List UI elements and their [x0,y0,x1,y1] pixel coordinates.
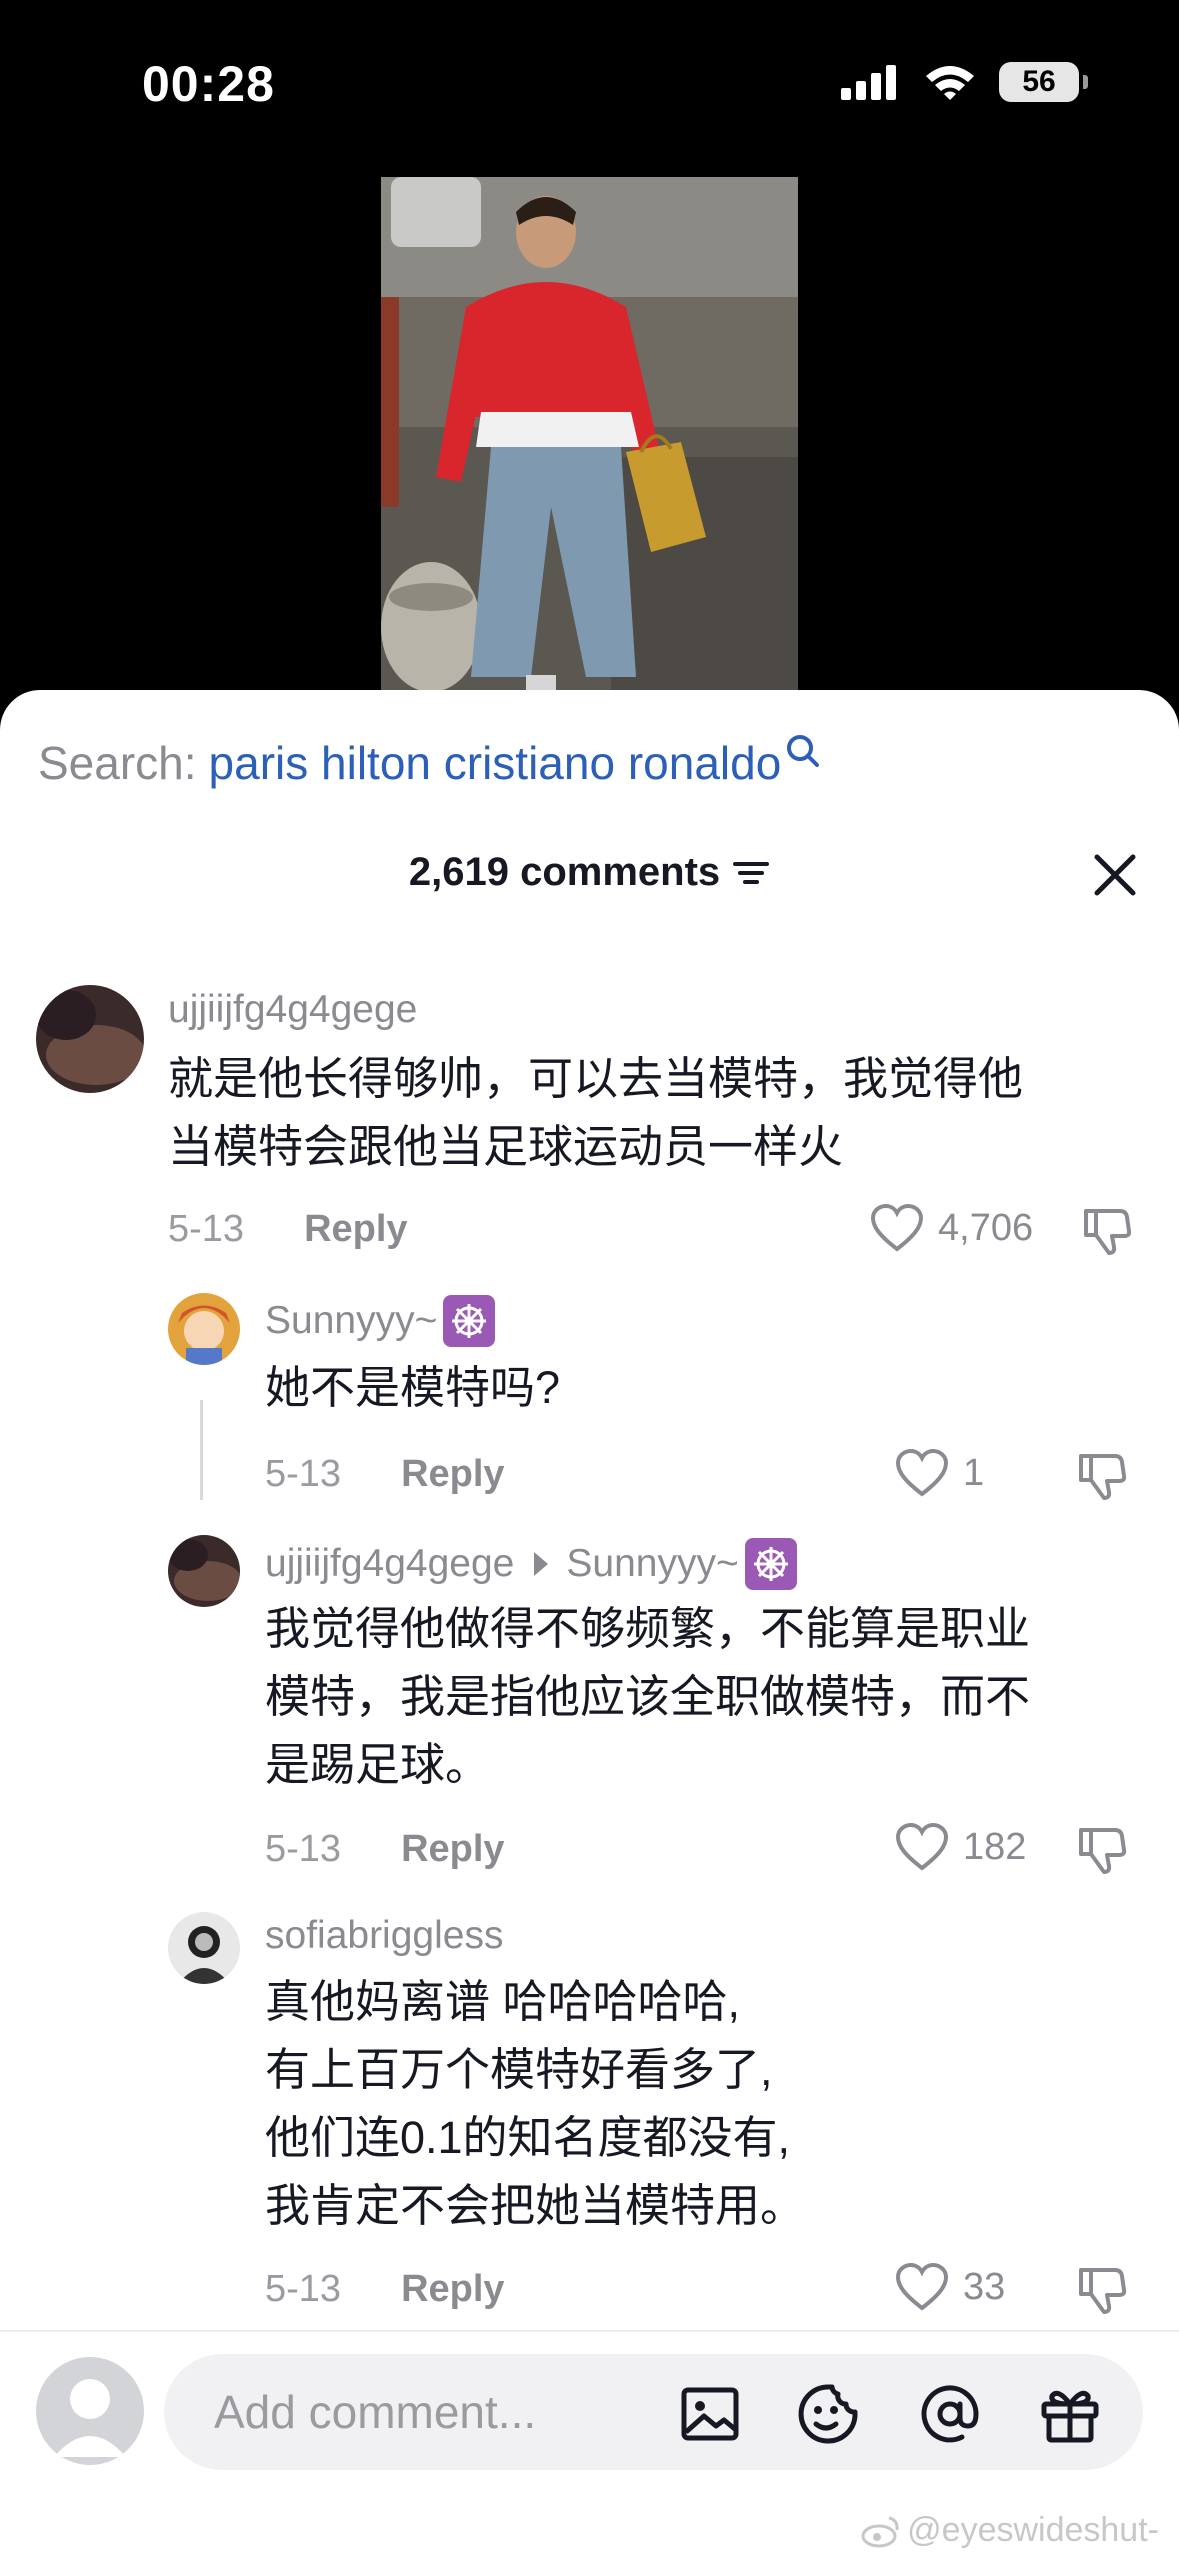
close-icon[interactable] [1091,851,1139,899]
comment-text: 就是他长得够帅，可以去当模特，我觉得他 当模特会跟他当足球运动员一样火 [168,1045,1128,1181]
like-count: 1 [963,1451,985,1494]
avatar[interactable] [168,1535,240,1607]
thread-line [200,1400,203,1500]
like-count: 33 [963,2265,1006,2308]
reply-button[interactable]: Reply [401,1453,504,1496]
avatar[interactable] [168,1293,240,1365]
emoji-icon[interactable] [796,2382,860,2446]
comment-date: 5-13 [265,2268,342,2310]
username-text: Sunnyyy~ [265,1299,438,1342]
dislike-icon[interactable] [1075,2262,1129,2316]
avatar[interactable] [168,1912,240,1984]
comment-username[interactable]: sofiabriggless [265,1914,503,1958]
search-icon[interactable] [785,733,821,773]
comment-composer-bar: @eyeswideshut- [0,2330,1179,2556]
avatar[interactable] [36,985,144,1093]
comment-date: 5-13 [168,1208,245,1250]
comment-meta: 5-13 Reply [265,1828,505,1871]
battery-level: 56 [1022,65,1056,98]
gift-icon[interactable] [1038,2382,1102,2446]
comment-meta: 5-13 Reply [265,2268,505,2311]
username-text: ujjiijfg4g4gege [265,1542,515,1585]
like-button[interactable]: 33 [895,2262,1005,2312]
heart-icon [895,1448,949,1497]
clock: 00:28 [142,56,275,112]
comment-text: 她不是模特吗? [265,1354,1125,1422]
comment-line: 他们连0.1的知名度都没有, [265,2112,791,2163]
like-count: 182 [963,1825,1027,1868]
comment-date: 5-13 [265,1828,342,1870]
reply-button[interactable]: Reply [401,2268,504,2311]
comment-username[interactable]: ujjiijfg4g4gege Sunnyyy~ [265,1538,797,1590]
comment-text: 真他妈离谱 哈哈哈哈哈, 有上百万个模特好看多了, 他们连0.1的知名度都没有,… [265,1968,1145,2240]
battery-icon: 56 [999,62,1088,102]
sort-filter-icon[interactable] [732,856,770,890]
comment-line: 是踢足球。 [265,1739,491,1790]
comment-line: 我觉得他做得不够频繁，不能算是职业 [265,1603,1031,1654]
dislike-icon[interactable] [1075,1822,1129,1876]
dharma-wheel-icon [443,1295,496,1347]
video-thumbnail-photo[interactable] [381,177,798,690]
image-icon[interactable] [678,2382,742,2446]
reply-button[interactable]: Reply [401,1828,504,1871]
current-user-avatar[interactable] [36,2357,144,2465]
mention-icon[interactable] [918,2382,982,2446]
dislike-icon[interactable] [1080,1203,1134,1257]
search-term-link[interactable]: paris hilton cristiano ronaldo [209,736,782,790]
dislike-icon[interactable] [1075,1448,1129,1502]
reply-button[interactable]: Reply [304,1208,407,1251]
wifi-icon [926,66,974,100]
status-bar: 00:28 56 [0,0,1179,175]
comment-username[interactable]: ujjiijfg4g4gege [168,988,417,1032]
photo-illustration [381,177,798,690]
like-count: 4,706 [938,1206,1034,1249]
reply-to-username: Sunnyyy~ [566,1542,739,1585]
reply-to-arrow-icon [534,1552,549,1576]
dharma-wheel-icon [744,1538,797,1590]
comment-line: 就是他长得够帅，可以去当模特，我觉得他 [168,1053,1024,1104]
comment-line: 当模特会跟他当足球运动员一样火 [168,1121,844,1172]
comment-line: 真他妈离谱 哈哈哈哈哈, [265,1976,741,2027]
search-suggestion[interactable]: Search: paris hilton cristiano ronaldo [38,733,821,790]
comment-count: 2,619 comments [408,850,721,894]
comments-header: 2,619 comments [0,850,1179,895]
heart-icon [870,1203,924,1252]
comment-line: 有上百万个模特好看多了, [265,2044,773,2095]
comment-line: 我肯定不会把她当模特用。 [265,2180,806,2231]
like-button[interactable]: 4,706 [870,1203,1033,1253]
watermark-text: @eyeswideshut- [907,2511,1159,2549]
comment-date: 5-13 [265,1453,342,1495]
comment-line: 她不是模特吗? [265,1362,561,1413]
add-comment-input[interactable] [164,2354,1143,2470]
weibo-logo-icon [861,2516,899,2547]
watermark: @eyeswideshut- [861,2511,1159,2550]
like-button[interactable]: 182 [895,1822,1026,1872]
comment-username[interactable]: Sunnyyy~ [265,1295,496,1347]
cellular-signal-icon [841,65,896,100]
comment-meta: 5-13 Reply [168,1208,408,1251]
comment-line: 模特，我是指他应该全职做模特，而不 [265,1671,1031,1722]
comment-text: 我觉得他做得不够频繁，不能算是职业 模特，我是指他应该全职做模特，而不 是踢足球… [265,1595,1145,1799]
search-prefix: Search: [38,737,197,789]
heart-icon [895,1822,949,1871]
comment-meta: 5-13 Reply [265,1453,505,1496]
like-button[interactable]: 1 [895,1448,984,1498]
heart-icon [895,2262,949,2311]
status-icons: 56 [839,62,1088,102]
